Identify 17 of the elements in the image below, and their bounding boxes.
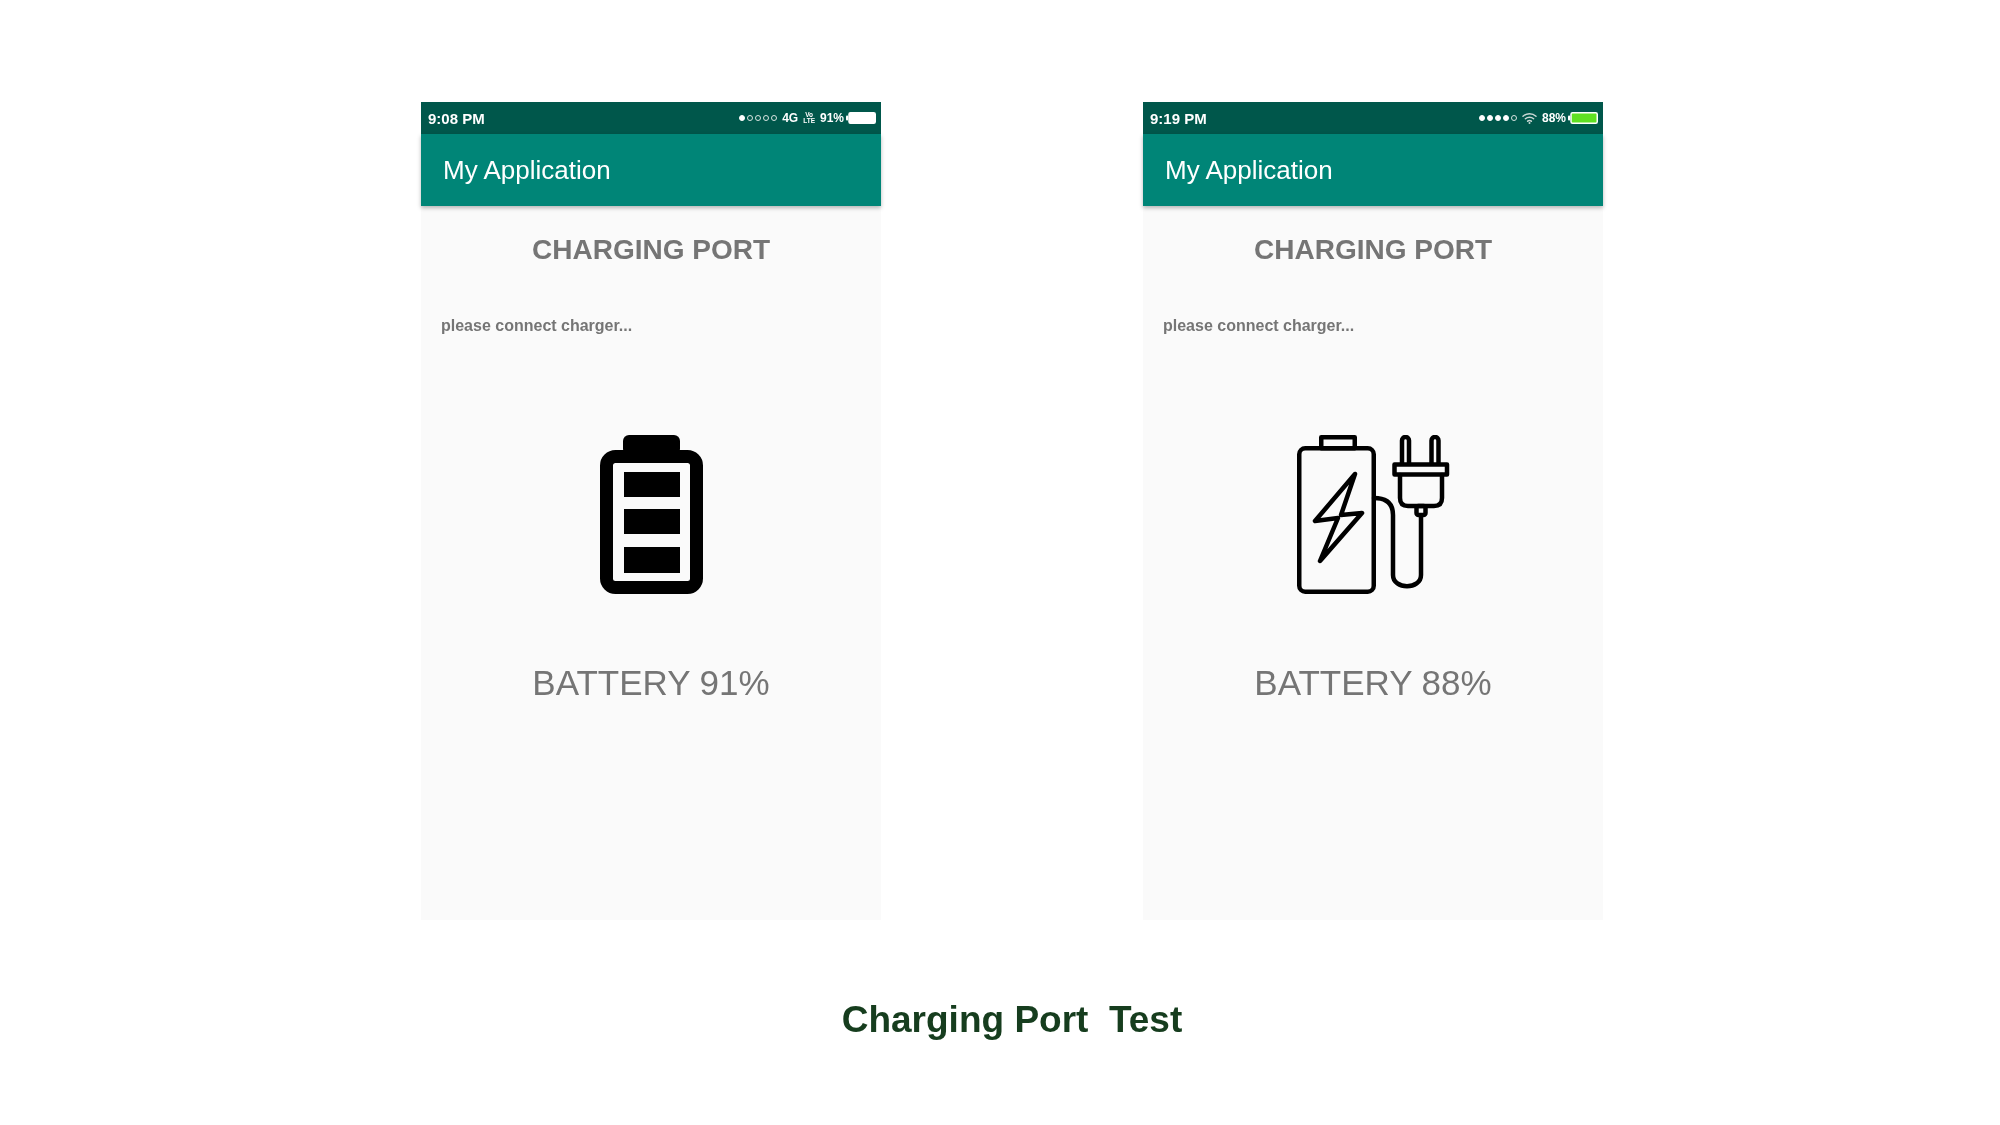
battery-plug-icon (1296, 435, 1450, 595)
message-text: please connect charger... (1163, 316, 1355, 336)
app-title: My Application (443, 155, 611, 185)
status-time: 9:19 PM (1150, 110, 1207, 126)
caption: Charging Port Test (841, 998, 1183, 1042)
network-label: 4G (782, 112, 799, 124)
heading: CHARGING PORT (532, 234, 770, 267)
battery-percent: 88% (1541, 112, 1566, 124)
message-text: please connect charger... (441, 316, 633, 336)
battery-icon (599, 435, 703, 595)
battery-label: BATTERY 91% (532, 662, 770, 705)
app-title: My Application (1165, 155, 1333, 185)
heading: CHARGING PORT (1254, 234, 1492, 267)
battery-label: BATTERY 88% (1254, 662, 1492, 705)
wifi-icon (1521, 112, 1537, 124)
battery-percent: 91% (819, 112, 844, 124)
status-time: 9:08 PM (428, 110, 485, 126)
